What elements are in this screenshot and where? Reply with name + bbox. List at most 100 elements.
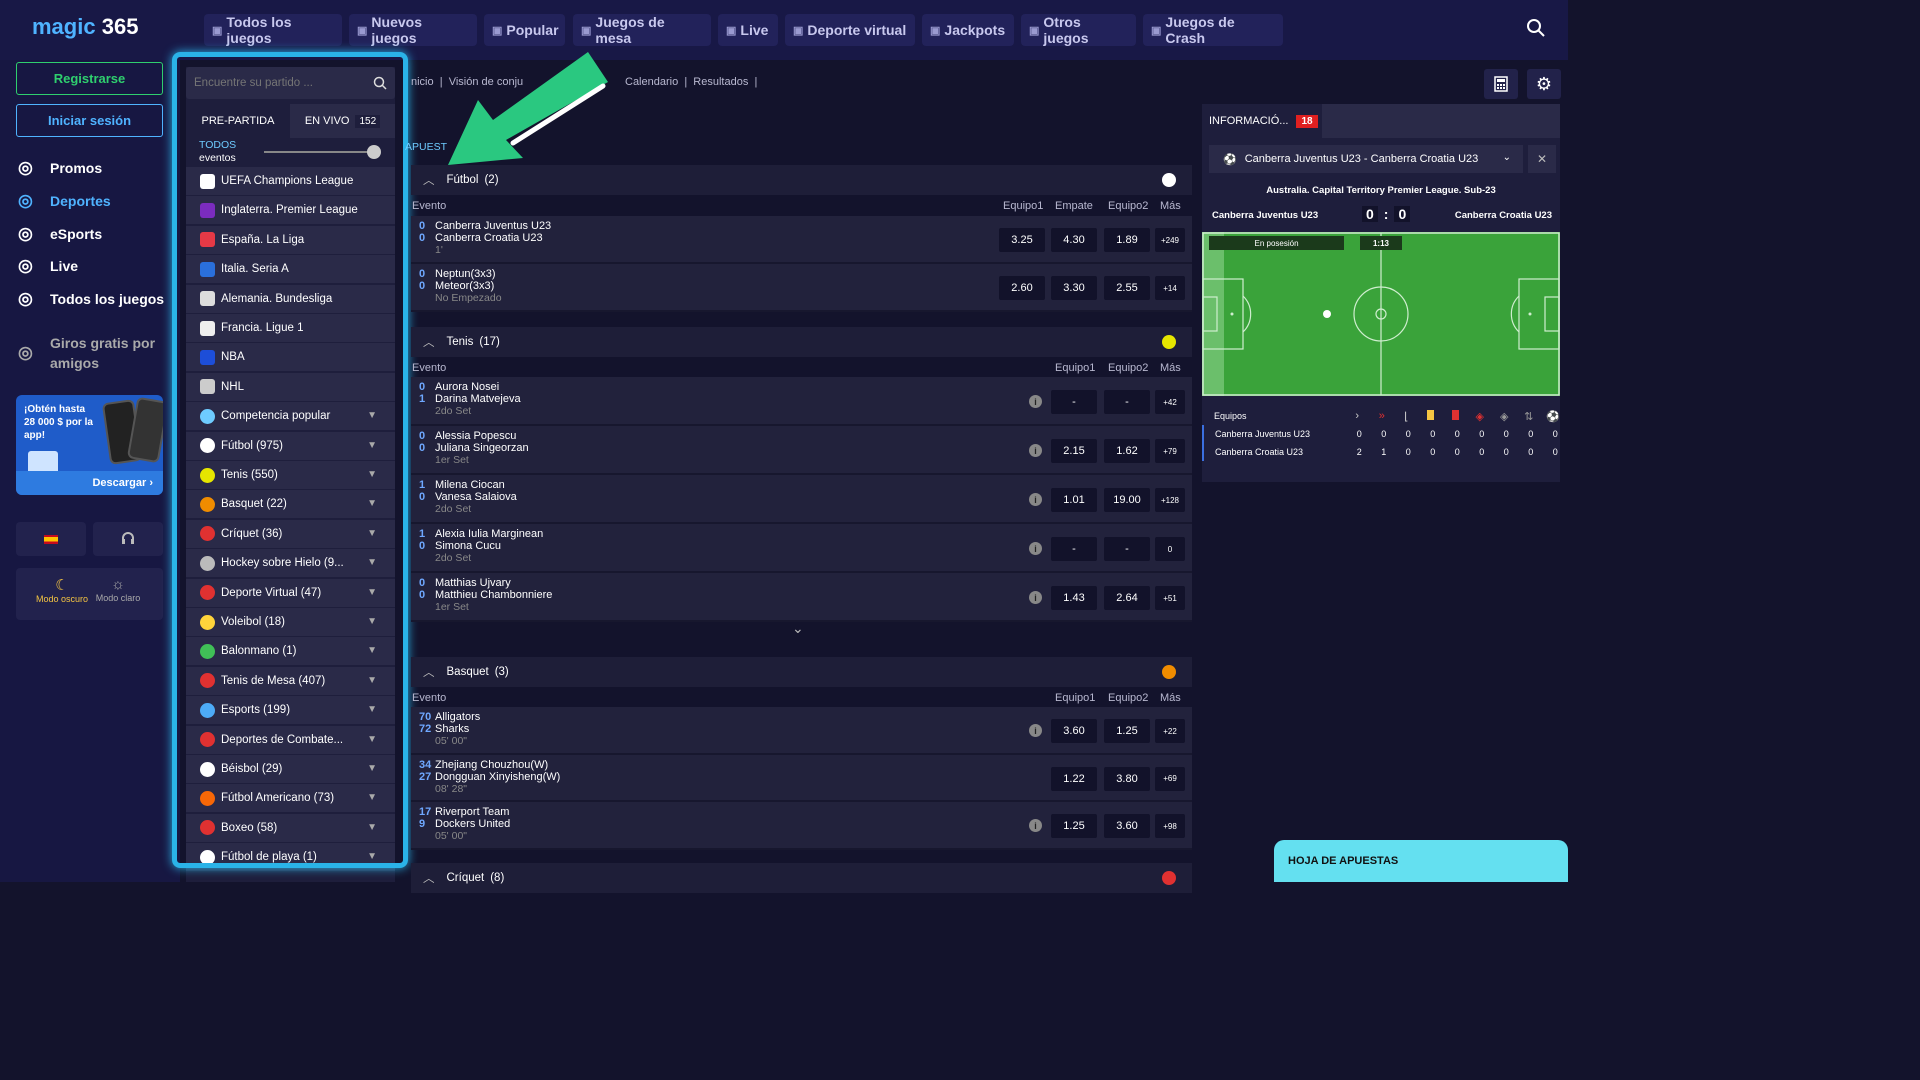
odds-home[interactable]: 1.43 <box>1051 586 1097 610</box>
event-row[interactable]: 1 Alexia Iulia Marginean 0 Simona Cucu 2do S… <box>411 524 1192 573</box>
odds-away[interactable]: 3.60 <box>1104 814 1150 838</box>
tab-info[interactable]: INFORMACIÓ... 18 <box>1202 104 1322 138</box>
more-markets-button[interactable]: +14 <box>1155 276 1185 300</box>
nav-gamepad-button[interactable]: ▣ Otros juegos <box>1021 14 1136 46</box>
nav-grid-button[interactable]: ▣ Todos los juegos <box>204 14 342 46</box>
info-icon[interactable]: i <box>1029 542 1042 555</box>
login-button[interactable]: Iniciar sesión <box>16 104 163 137</box>
odds-home[interactable]: 3.25 <box>999 228 1045 252</box>
event-row[interactable]: 34 Zhejiang Chouzhou(W) 27 Dongguan Xinyish… <box>411 754 1192 802</box>
breadcrumb-overview[interactable]: Visión de conju <box>449 76 523 88</box>
info-icon[interactable]: i <box>1029 444 1042 457</box>
more-markets-button[interactable]: 0 <box>1155 537 1185 561</box>
sidebar-item-gift[interactable]: ◎ Promos <box>18 158 102 178</box>
more-markets-button[interactable]: +98 <box>1155 814 1185 838</box>
event-row[interactable]: 0 Canberra Juventus U23 0 Canberra Croatia … <box>411 216 1192 264</box>
chevron-up-icon[interactable]: ︿ <box>423 334 435 350</box>
grid-icon: ▣ <box>212 24 223 37</box>
event-row[interactable]: 0 Neptun(3x3) 0 Meteor(3x3) No Empezado 2.60 3… <box>411 264 1192 312</box>
odds-home[interactable]: - <box>1051 390 1097 414</box>
section-criquet[interactable]: ︿ Críquet (8) <box>411 863 1192 893</box>
breadcrumb-calendar[interactable]: Calendario <box>625 76 678 88</box>
info-icon[interactable]: i <box>1029 493 1042 506</box>
more-markets-button[interactable]: +69 <box>1155 766 1185 791</box>
betslip-button[interactable]: HOJA DE APUESTAS <box>1274 840 1568 882</box>
dealer-icon: ▣ <box>726 24 737 37</box>
event-row[interactable]: 1 Milena Ciocan 0 Vanesa Salaiova 2do Set 1.0… <box>411 475 1192 524</box>
more-markets-button[interactable]: +51 <box>1155 586 1185 610</box>
nav-dealer-button[interactable]: ▣ Live <box>718 14 778 46</box>
odds-draw[interactable]: 4.30 <box>1051 228 1097 252</box>
soccer-ball-icon <box>1162 173 1176 187</box>
chevron-up-icon[interactable]: ︿ <box>423 172 435 188</box>
section-futbol[interactable]: ︿ Fútbol (2) <box>411 165 1192 195</box>
event-row[interactable]: 0 Matthias Ujvary 0 Matthieu Chambonniere 1e… <box>411 573 1192 622</box>
top-navbar: magic 365 ▣ Todos los juegos ▣ Nuevos juego… <box>0 0 1568 60</box>
odds-away[interactable]: 1.62 <box>1104 439 1150 463</box>
language-flag-button[interactable] <box>16 522 86 556</box>
odds-away[interactable]: - <box>1104 390 1150 414</box>
odds-away[interactable]: - <box>1104 537 1150 561</box>
match-select[interactable]: ⚽ Canberra Juventus U23 - Canberra Croati… <box>1209 145 1523 173</box>
odds-away[interactable]: 3.80 <box>1104 766 1150 791</box>
odds-away[interactable]: 1.25 <box>1104 719 1150 743</box>
sidebar-item-ball[interactable]: ◎ Deportes <box>18 191 111 211</box>
more-markets-button[interactable]: +42 <box>1155 390 1185 414</box>
calculator-button[interactable] <box>1484 69 1518 99</box>
app-promo-banner[interactable]: ¡Obtén hasta 28 000 $ por la app! Descar… <box>16 395 163 495</box>
event-row[interactable]: 70 Alligators 72 Sharks 05' 00" 3.60 1.25 +22 i <box>411 707 1192 755</box>
download-button[interactable]: Descargar › <box>16 471 163 495</box>
sidebar-item-grid[interactable]: ◎ Todos los juegos <box>18 289 164 309</box>
breadcrumb-results[interactable]: Resultados <box>693 76 748 88</box>
tab-empty[interactable] <box>1322 104 1560 138</box>
light-mode-toggle[interactable]: ☼ Modo claro <box>90 576 146 603</box>
nav-ball-button[interactable]: ▣ Deporte virtual <box>785 14 915 46</box>
basketball-icon <box>1162 665 1176 679</box>
info-icon[interactable]: i <box>1029 395 1042 408</box>
more-markets-button[interactable]: +22 <box>1155 719 1185 743</box>
more-markets-button[interactable]: +128 <box>1155 488 1185 512</box>
chevron-up-icon[interactable]: ︿ <box>423 870 435 886</box>
ball-icon: ◎ <box>18 191 33 210</box>
section-tenis[interactable]: ︿ Tenis (17) <box>411 327 1192 357</box>
register-button[interactable]: Registrarse <box>16 62 163 95</box>
nav-slot-button[interactable]: ▣ Jackpots <box>922 14 1014 46</box>
info-icon[interactable]: i <box>1029 819 1042 832</box>
odds-away[interactable]: 2.64 <box>1104 586 1150 610</box>
odds-home[interactable]: 1.25 <box>1051 814 1097 838</box>
scoreboard: 0:0 <box>1362 206 1411 222</box>
logo[interactable]: magic 365 <box>32 14 138 40</box>
sidebar-item-coins[interactable]: ◎ Giros gratis por amigos <box>18 333 168 373</box>
odds-home[interactable]: 1.01 <box>1051 488 1097 512</box>
unpin-button[interactable]: ✕ <box>1528 145 1556 173</box>
chevron-up-icon[interactable]: ︿ <box>423 664 435 680</box>
more-markets-button[interactable]: +79 <box>1155 439 1185 463</box>
odds-away[interactable]: 19.00 <box>1104 488 1150 512</box>
odds-home[interactable]: 3.60 <box>1051 719 1097 743</box>
event-row[interactable]: 17 Riverport Team 9 Dockers United 05' 00" 1.… <box>411 802 1192 850</box>
event-row[interactable]: 0 Alessia Popescu 0 Juliana Singeorzan 1er S… <box>411 426 1192 475</box>
section-basquet[interactable]: ︿ Basquet (3) <box>411 657 1192 687</box>
dark-mode-toggle[interactable]: ☾ Modo oscuro <box>26 576 98 604</box>
odds-home[interactable]: - <box>1051 537 1097 561</box>
support-button[interactable] <box>93 522 163 556</box>
more-markets-button[interactable]: +249 <box>1155 228 1185 252</box>
nav-rocket-button[interactable]: ▣ Juegos de Crash <box>1143 14 1283 46</box>
event-row[interactable]: 0 Aurora Nosei 1 Darina Matvejeva 2do Set - - +… <box>411 377 1192 426</box>
info-icon[interactable]: i <box>1029 591 1042 604</box>
odds-away[interactable]: 2.55 <box>1104 276 1150 300</box>
odds-home[interactable]: 2.15 <box>1051 439 1097 463</box>
league-name: Australia. Capital Territory Premier Lea… <box>1266 185 1496 196</box>
odds-home[interactable]: 2.60 <box>999 276 1045 300</box>
odds-draw[interactable]: 3.30 <box>1051 276 1097 300</box>
settings-button[interactable]: ⚙ <box>1527 69 1561 99</box>
sidebar-item-dealer[interactable]: ◎ Live <box>18 256 78 276</box>
calculator-icon <box>1494 76 1508 92</box>
sidebar-item-gamepad[interactable]: ◎ eSports <box>18 224 102 244</box>
search-icon[interactable] <box>1526 18 1546 41</box>
odds-away[interactable]: 1.89 <box>1104 228 1150 252</box>
odds-home[interactable]: 1.22 <box>1051 766 1097 791</box>
info-icon[interactable]: i <box>1029 724 1042 737</box>
expand-more-icon[interactable]: ⌄ <box>792 620 804 637</box>
breadcrumb-home[interactable]: nicio <box>411 76 434 88</box>
